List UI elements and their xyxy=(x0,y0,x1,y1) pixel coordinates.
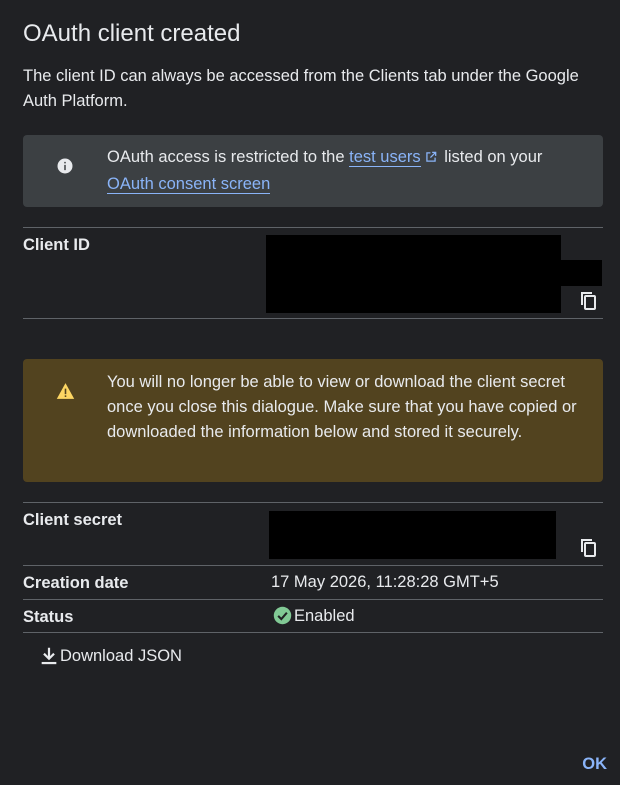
test-users-link[interactable]: test users xyxy=(349,148,421,167)
creation-date-label: Creation date xyxy=(23,574,129,592)
divider xyxy=(23,632,603,633)
info-text-before: OAuth access is restricted to the xyxy=(107,148,350,166)
external-link-icon[interactable] xyxy=(424,147,438,172)
client-secret-label: Client secret xyxy=(23,511,123,529)
ok-button[interactable]: OK xyxy=(582,752,607,776)
divider xyxy=(23,565,603,566)
info-notice-text: OAuth access is restricted to the test u… xyxy=(107,145,577,197)
status-text: Enabled xyxy=(294,607,355,625)
client-id-label: Client ID xyxy=(23,236,90,254)
warning-notice-text: You will no longer be able to view or do… xyxy=(107,373,577,441)
oauth-consent-screen-link[interactable]: OAuth consent screen xyxy=(107,175,271,194)
divider xyxy=(23,502,603,503)
status-value: Enabled xyxy=(273,604,355,628)
copy-icon xyxy=(581,292,596,310)
warning-notice: You will no longer be able to view or do… xyxy=(23,359,603,482)
warning-icon xyxy=(56,382,75,405)
client-secret-value-redacted xyxy=(269,511,556,559)
download-json-button[interactable]: Download JSON xyxy=(38,643,182,669)
copy-icon xyxy=(581,539,596,557)
dialog-intro: The client ID can always be accessed fro… xyxy=(23,67,579,110)
creation-date-value: 17 May 2026, 11:28:28 GMT+5 xyxy=(271,573,499,591)
download-icon xyxy=(38,645,60,667)
status-label: Status xyxy=(23,608,74,626)
info-notice: OAuth access is restricted to the test u… xyxy=(23,135,603,207)
info-icon xyxy=(56,157,74,180)
copy-client-id-button[interactable] xyxy=(577,289,601,313)
dialog-title: OAuth client created xyxy=(23,20,241,47)
divider xyxy=(23,318,603,319)
download-json-label: Download JSON xyxy=(60,647,182,665)
check-circle-icon xyxy=(273,606,292,625)
copy-client-secret-button[interactable] xyxy=(577,536,601,560)
info-text-middle: listed on your xyxy=(439,148,543,166)
divider xyxy=(23,599,603,600)
divider xyxy=(23,227,603,228)
